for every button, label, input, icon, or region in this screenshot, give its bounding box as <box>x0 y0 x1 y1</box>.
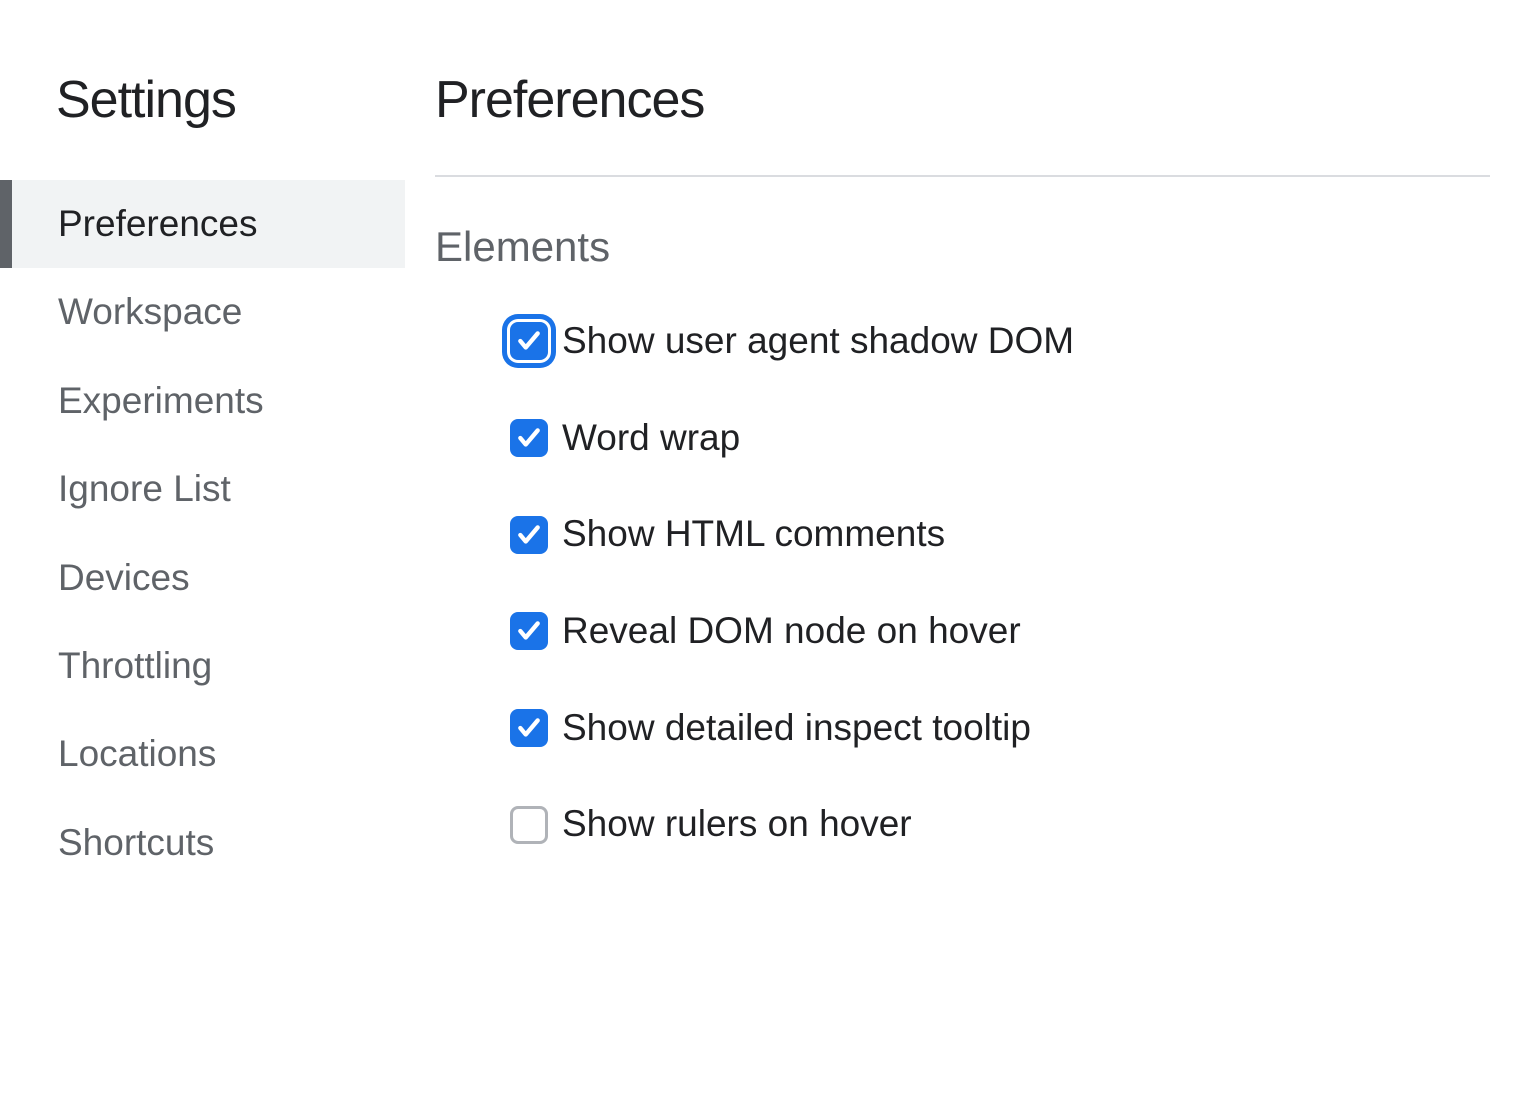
option-label: Word wrap <box>562 418 740 459</box>
sidebar-item-experiments[interactable]: Experiments <box>0 357 405 445</box>
sidebar-item-throttling[interactable]: Throttling <box>0 622 405 710</box>
sidebar-item-devices[interactable]: Devices <box>0 534 405 622</box>
sidebar-item-label: Preferences <box>58 203 258 244</box>
sidebar-item-label: Throttling <box>58 645 212 686</box>
options-list: Show user agent shadow DOM Word wrap Sho… <box>435 321 1490 845</box>
sidebar-item-locations[interactable]: Locations <box>0 710 405 798</box>
sidebar-item-ignore-list[interactable]: Ignore List <box>0 445 405 533</box>
option-label: Show user agent shadow DOM <box>562 321 1074 362</box>
sidebar-item-label: Devices <box>58 557 190 598</box>
option-show-html-comments[interactable]: Show HTML comments <box>510 514 1490 555</box>
option-reveal-dom-node-on-hover[interactable]: Reveal DOM node on hover <box>510 611 1490 652</box>
checkbox[interactable] <box>510 419 548 457</box>
checkbox[interactable] <box>510 516 548 554</box>
sidebar-item-shortcuts[interactable]: Shortcuts <box>0 799 405 887</box>
settings-sidebar: Settings Preferences Workspace Experimen… <box>0 0 405 1110</box>
page-title: Preferences <box>435 70 1490 130</box>
sidebar-item-label: Workspace <box>58 291 242 332</box>
sidebar-item-preferences[interactable]: Preferences <box>0 180 405 268</box>
option-label: Show detailed inspect tooltip <box>562 708 1031 749</box>
check-icon <box>516 522 542 548</box>
checkbox[interactable] <box>510 322 548 360</box>
checkbox[interactable] <box>510 806 548 844</box>
option-show-user-agent-shadow-dom[interactable]: Show user agent shadow DOM <box>510 321 1490 362</box>
check-icon <box>516 425 542 451</box>
option-show-rulers-on-hover[interactable]: Show rulers on hover <box>510 804 1490 845</box>
option-label: Show HTML comments <box>562 514 945 555</box>
sidebar-item-label: Locations <box>58 733 216 774</box>
option-show-detailed-inspect-tooltip[interactable]: Show detailed inspect tooltip <box>510 708 1490 749</box>
sidebar-item-label: Shortcuts <box>58 822 214 863</box>
preferences-panel: Preferences Elements Show user agent sha… <box>405 0 1520 1110</box>
option-label: Show rulers on hover <box>562 804 912 845</box>
sidebar-title: Settings <box>0 70 405 130</box>
check-icon <box>516 715 542 741</box>
option-word-wrap[interactable]: Word wrap <box>510 418 1490 459</box>
option-label: Reveal DOM node on hover <box>562 611 1021 652</box>
section-title-elements: Elements <box>435 223 1490 271</box>
sidebar-item-label: Experiments <box>58 380 264 421</box>
check-icon <box>516 618 542 644</box>
sidebar-item-workspace[interactable]: Workspace <box>0 268 405 356</box>
checkbox[interactable] <box>510 709 548 747</box>
divider <box>435 175 1490 177</box>
sidebar-item-label: Ignore List <box>58 468 231 509</box>
check-icon <box>516 328 542 354</box>
checkbox[interactable] <box>510 612 548 650</box>
